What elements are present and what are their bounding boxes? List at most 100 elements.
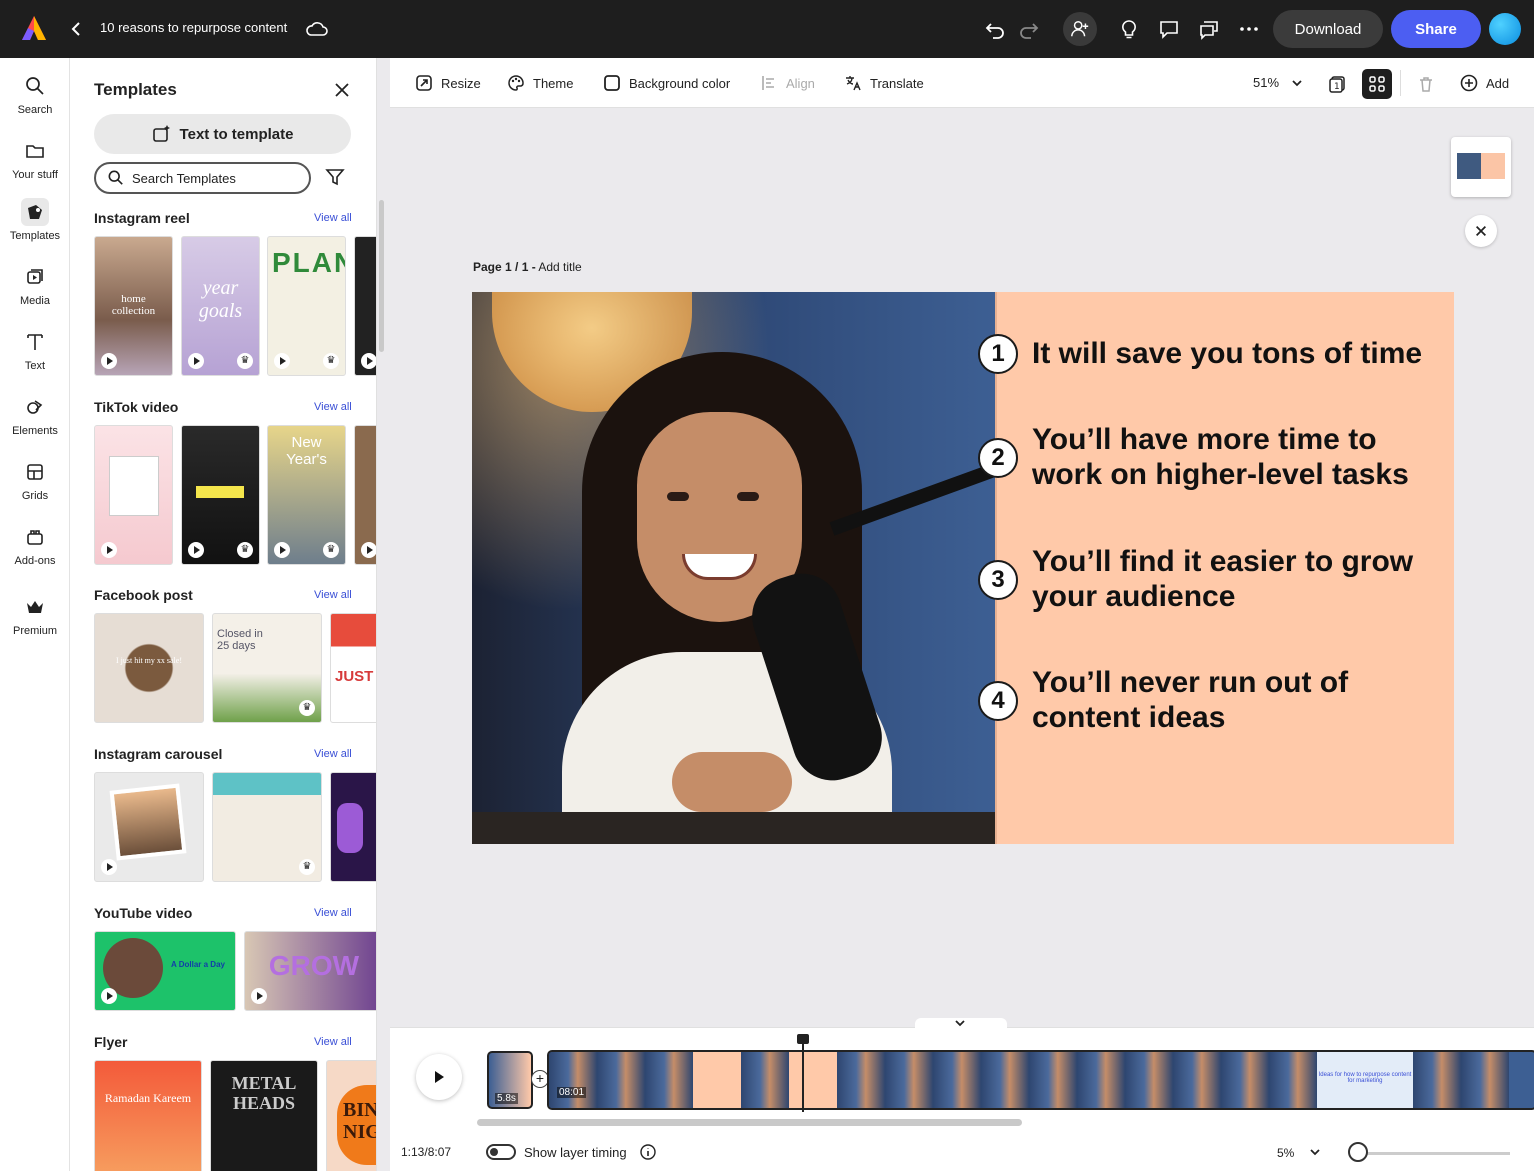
timeline-zoom-slider[interactable] (1350, 1152, 1510, 1155)
zoom-level[interactable]: 51% (1253, 75, 1279, 90)
undo-icon[interactable] (982, 16, 1008, 42)
add-title-link[interactable]: Add title (536, 260, 581, 274)
translate-button[interactable]: Translate (844, 72, 924, 94)
view-all-link[interactable]: View all (314, 1036, 352, 1048)
filter-icon[interactable] (324, 166, 346, 188)
background-color-button[interactable]: Background color (603, 72, 730, 94)
share-button[interactable]: Share (1391, 10, 1481, 48)
document-title[interactable]: 10 reasons to repurpose content (100, 20, 287, 35)
item-text: It will save you tons of time (1032, 337, 1423, 370)
rail-item-text[interactable]: Text (0, 328, 70, 388)
page-label[interactable]: Page 1 / 1 - Add title (473, 260, 582, 274)
template-thumb[interactable]: METAL HEADS (210, 1060, 318, 1171)
template-thumb[interactable]: ♛ (181, 425, 260, 565)
toolbar-separator (1400, 70, 1401, 96)
comment-icon[interactable] (1156, 16, 1182, 42)
rail-item-premium[interactable]: Premium (0, 593, 70, 653)
page-thumbnail[interactable] (1451, 137, 1511, 197)
template-thumb[interactable]: year goals ♛ (181, 236, 260, 376)
lightbulb-icon[interactable] (1116, 16, 1142, 42)
timeline-scrollbar[interactable] (477, 1119, 1022, 1126)
template-thumb[interactable]: I just hit my xx sale! (94, 613, 204, 723)
rail-item-add-ons[interactable]: Add-ons (0, 523, 70, 583)
template-thumb[interactable] (354, 236, 376, 376)
rail-item-elements[interactable]: Elements (0, 393, 70, 453)
template-thumb[interactable] (94, 425, 173, 565)
align-button[interactable]: Align (760, 72, 815, 94)
search-templates-input[interactable] (132, 170, 292, 186)
thumb-text: Ramadan Kareem (104, 1091, 192, 1105)
template-thumb[interactable]: PLAN ♛ (267, 236, 346, 376)
template-thumb[interactable]: JUST (330, 613, 376, 723)
template-thumb[interactable]: GROW (244, 931, 376, 1011)
thumb-text: METAL HEADS (231, 1073, 297, 1113)
view-all-link[interactable]: View all (314, 589, 352, 601)
timeline-zoom-level[interactable]: 5% (1277, 1146, 1294, 1160)
delete-button[interactable] (1411, 69, 1441, 99)
search-templates-box[interactable] (94, 162, 311, 194)
template-thumb[interactable] (354, 425, 376, 565)
template-thumb[interactable]: Ramadan Kareem (94, 1060, 202, 1171)
redo-icon[interactable] (1016, 16, 1042, 42)
rail-item-media[interactable]: Media (0, 263, 70, 323)
playhead[interactable] (797, 1034, 809, 1112)
layout-button[interactable] (1362, 69, 1392, 99)
premium-crown-icon (27, 601, 43, 613)
pages-button[interactable]: 1 (1322, 69, 1352, 99)
info-icon[interactable] (640, 1144, 656, 1160)
pages-icon: 1 (1329, 76, 1345, 93)
user-avatar[interactable] (1489, 13, 1521, 45)
more-options-icon[interactable] (1236, 16, 1262, 42)
slide-canvas[interactable]: 1 It will save you tons of time 2 You’ll… (472, 292, 1454, 844)
chevron-down-icon[interactable] (1290, 76, 1304, 90)
timeline-clip[interactable]: 5.8s (487, 1051, 533, 1109)
text-to-template-button[interactable]: Text to template (94, 114, 351, 154)
add-label: Add (1486, 75, 1510, 91)
premium-crown-icon: ♛ (237, 542, 253, 558)
play-button[interactable] (416, 1054, 462, 1100)
rail-item-templates[interactable]: Templates (0, 198, 70, 258)
invite-user-button[interactable] (1063, 12, 1097, 46)
template-thumb[interactable] (330, 772, 376, 882)
view-all-link[interactable]: View all (314, 907, 352, 919)
adobe-express-logo[interactable] (20, 14, 48, 42)
panel-scrollbar[interactable] (379, 200, 384, 352)
play-icon (101, 542, 117, 558)
review-comments-icon[interactable] (1196, 16, 1222, 42)
chevron-down-icon[interactable] (1308, 1145, 1322, 1159)
show-layer-timing-toggle[interactable] (486, 1144, 516, 1160)
rail-item-grids[interactable]: Grids (0, 458, 70, 518)
template-thumb[interactable]: New Year's ♛ (267, 425, 346, 565)
cloud-sync-icon[interactable] (305, 18, 329, 40)
timeline-zoom-slider-handle[interactable] (1348, 1142, 1368, 1162)
view-all-link[interactable]: View all (314, 401, 352, 413)
template-thumb[interactable] (94, 772, 204, 882)
template-thumb[interactable]: home collection (94, 236, 173, 376)
template-thumb[interactable]: Closed in 25 days ♛ (212, 613, 322, 723)
template-thumb[interactable]: BIN NIG (326, 1060, 376, 1171)
left-rail: Search Your stuff Templates Media Text E… (0, 58, 70, 1171)
template-thumb[interactable]: A Dollar a Day (94, 931, 236, 1011)
rail-item-your-stuff[interactable]: Your stuff (0, 137, 70, 197)
view-all-link[interactable]: View all (314, 212, 352, 224)
close-icon[interactable] (332, 80, 352, 100)
thumb-text: PLAN (272, 247, 345, 278)
rail-item-search[interactable]: Search (0, 72, 70, 132)
canvas-toolbar: Resize Theme Background color Align Tran… (390, 58, 1534, 108)
back-chevron-icon[interactable] (68, 18, 86, 40)
close-pages-button[interactable] (1465, 215, 1497, 247)
section-facebook-post: Facebook post View all I just hit my xx … (94, 587, 376, 723)
view-all-link[interactable]: View all (314, 748, 352, 760)
presenter-photo[interactable] (472, 292, 995, 844)
theme-button[interactable]: Theme (507, 72, 573, 94)
svg-text:1: 1 (1334, 82, 1340, 92)
template-thumb[interactable]: ♛ (212, 772, 322, 882)
resize-button[interactable]: Resize (415, 72, 481, 94)
rail-label: Add-ons (14, 555, 56, 567)
download-button[interactable]: Download (1273, 10, 1383, 48)
add-button[interactable]: Add (1460, 72, 1509, 94)
close-icon (1476, 226, 1486, 236)
rail-label: Your stuff (12, 169, 58, 181)
timeline-clip[interactable]: Ideas for how to repurpose content for m… (547, 1050, 1534, 1110)
collapse-timeline-button[interactable] (915, 1018, 1007, 1030)
